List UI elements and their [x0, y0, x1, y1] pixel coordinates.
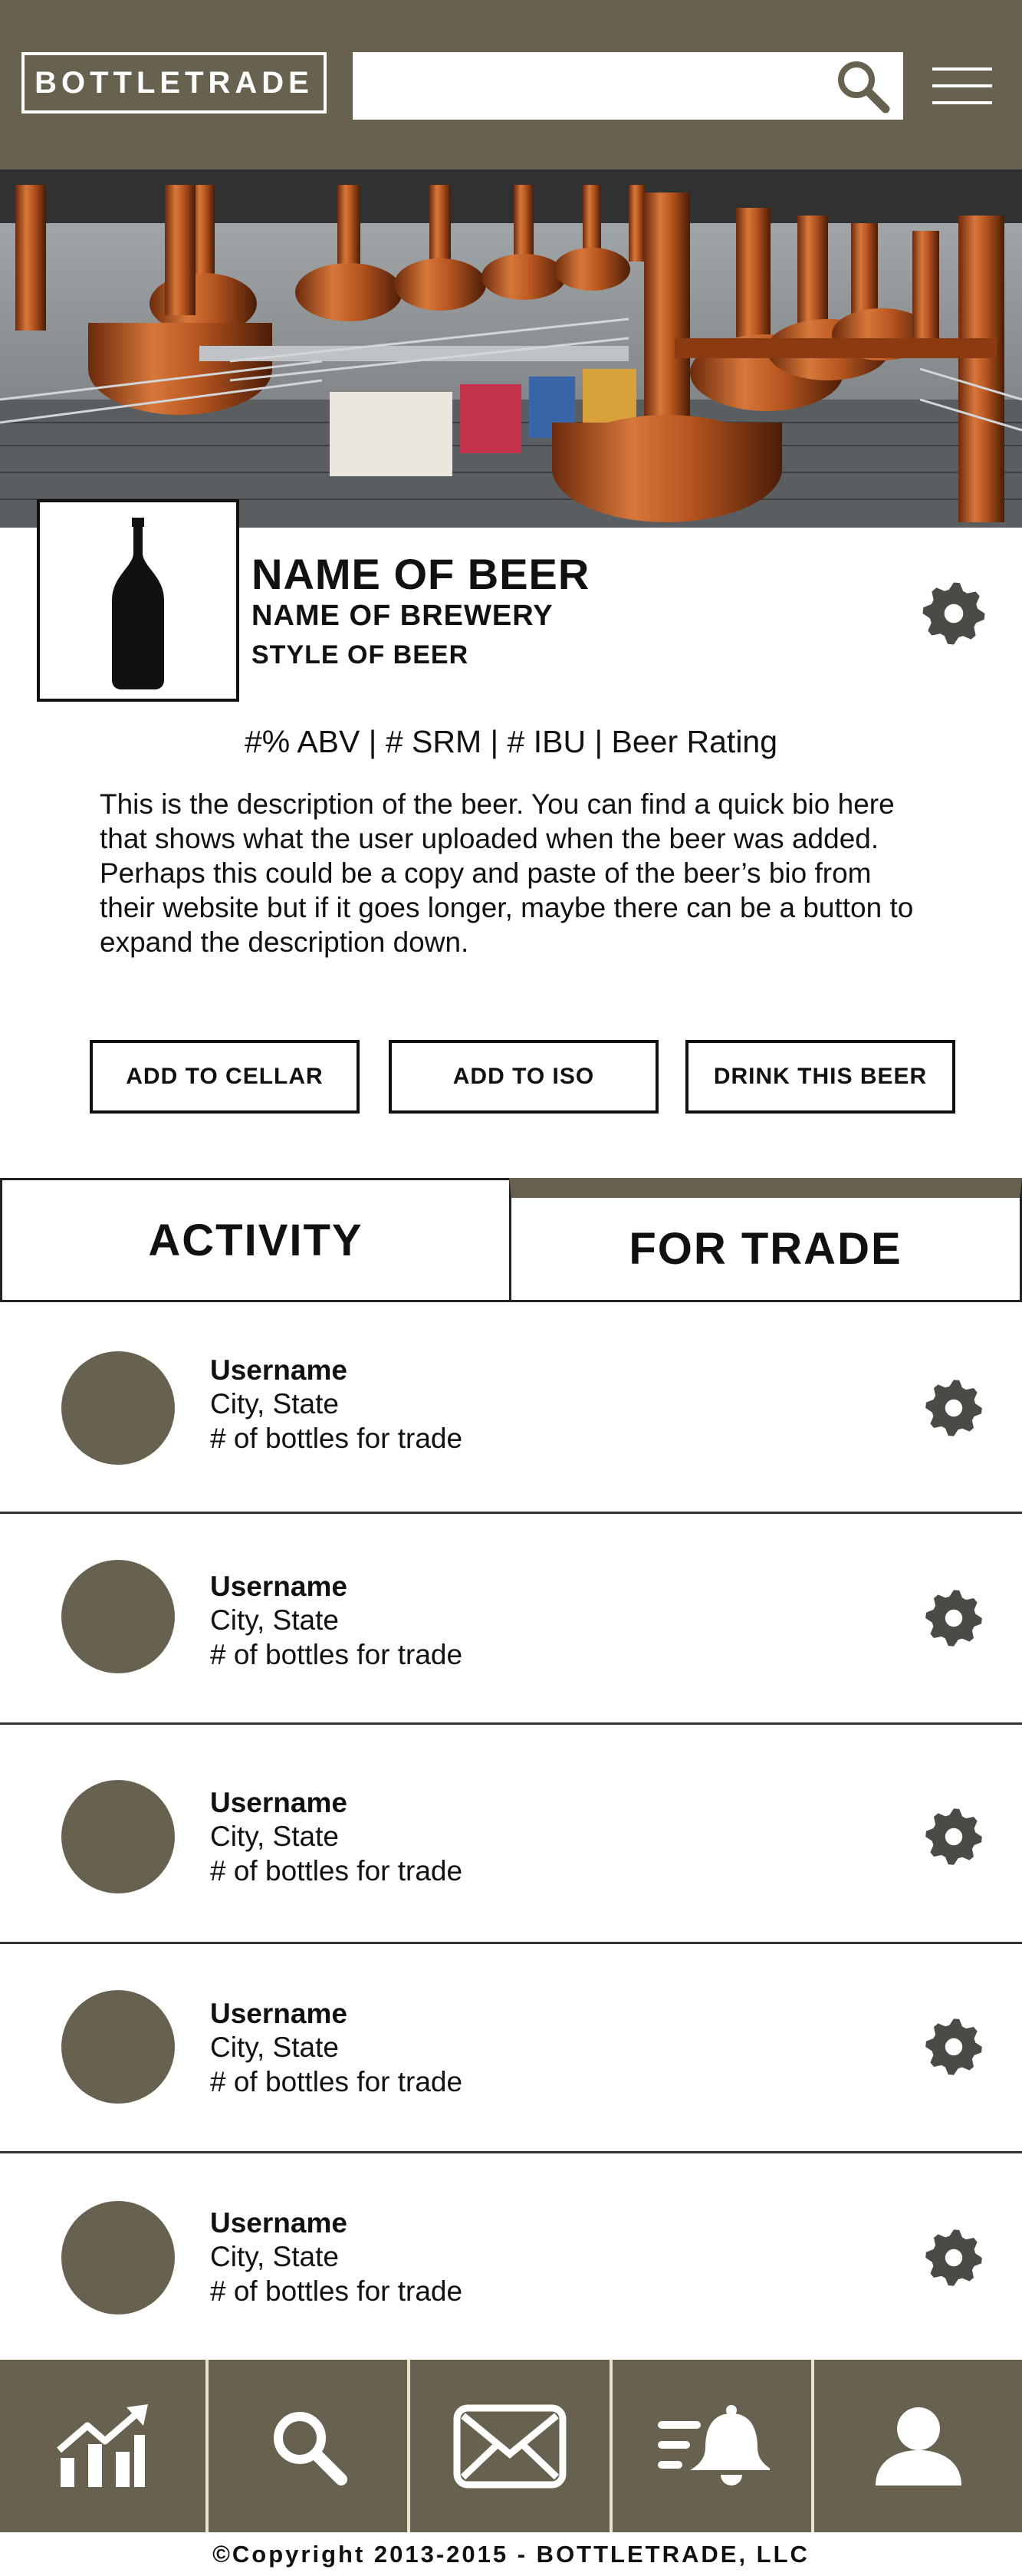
gear-icon[interactable]	[920, 580, 987, 647]
bottletrade-logo[interactable]: BOTTLETRADE	[21, 52, 327, 114]
list-item[interactable]: Username City, State # of bottles for tr…	[0, 1944, 1022, 2153]
username[interactable]: Username	[210, 1787, 347, 1819]
bottle-count: # of bottles for trade	[210, 2066, 463, 2097]
avatar[interactable]	[61, 1560, 175, 1673]
list-item[interactable]: Username City, State # of bottles for tr…	[0, 1725, 1022, 1944]
user-location: City, State	[210, 1604, 339, 1636]
user-location: City, State	[210, 1821, 339, 1852]
hamburger-menu-icon[interactable]	[929, 64, 995, 107]
search-input[interactable]	[353, 52, 903, 120]
brewery-hero-image	[0, 169, 1022, 528]
username[interactable]: Username	[210, 2207, 347, 2239]
bottom-nav	[0, 2360, 1022, 2532]
username[interactable]: Username	[210, 1571, 347, 1603]
avatar[interactable]	[61, 1780, 175, 1893]
user-location: City, State	[210, 1388, 339, 1420]
user-location: City, State	[210, 2241, 339, 2272]
gear-icon[interactable]	[923, 2227, 984, 2288]
bottle-count: # of bottles for trade	[210, 1423, 463, 1454]
add-to-cellar-button[interactable]: ADD TO CELLAR	[90, 1040, 360, 1114]
gear-icon[interactable]	[923, 1587, 984, 1649]
tab-for-trade[interactable]: FOR TRADE	[509, 1178, 1022, 1302]
add-to-iso-button[interactable]: ADD TO ISO	[389, 1040, 659, 1114]
list-item[interactable]: Username City, State # of bottles for tr…	[0, 1514, 1022, 1725]
mail-icon[interactable]	[410, 2360, 610, 2532]
bottle-count: # of bottles for trade	[210, 2275, 463, 2307]
list-item[interactable]: Username City, State # of bottles for tr…	[0, 1302, 1022, 1514]
gear-icon[interactable]	[923, 1806, 984, 1867]
tab-activity[interactable]: ACTIVITY	[0, 1178, 511, 1302]
gear-icon[interactable]	[923, 2016, 984, 2078]
bottle-count: # of bottles for trade	[210, 1639, 463, 1670]
search-icon[interactable]	[209, 2360, 407, 2532]
copyright-footer: ©Copyright 2013-2015 - BOTTLETRADE, LLC	[212, 2540, 810, 2568]
stats-chart-icon[interactable]	[0, 2360, 205, 2532]
beer-description: This is the description of the beer. You…	[100, 788, 914, 958]
username[interactable]: Username	[210, 1998, 347, 2030]
gear-icon[interactable]	[923, 1377, 984, 1439]
beer-stats: #% ABV | # SRM | # IBU | Beer Rating	[244, 724, 778, 759]
beer-bottle-image	[37, 499, 239, 702]
top-header: BOTTLETRADE	[0, 0, 1022, 169]
avatar[interactable]	[61, 2201, 175, 2314]
user-location: City, State	[210, 2032, 339, 2063]
bottle-count: # of bottles for trade	[210, 1855, 463, 1887]
avatar[interactable]	[61, 1990, 175, 2104]
beer-name: NAME OF BEER	[251, 550, 590, 598]
profile-icon[interactable]	[814, 2360, 1022, 2532]
brewery-name[interactable]: NAME OF BREWERY	[251, 600, 554, 633]
beer-style: STYLE OF BEER	[251, 640, 469, 669]
avatar[interactable]	[61, 1351, 175, 1465]
drink-this-beer-button[interactable]: DRINK THIS BEER	[685, 1040, 955, 1114]
list-item[interactable]: Username City, State # of bottles for tr…	[0, 2153, 1022, 2360]
search-icon[interactable]	[832, 55, 893, 117]
notifications-icon[interactable]	[613, 2360, 811, 2532]
username[interactable]: Username	[210, 1354, 347, 1387]
